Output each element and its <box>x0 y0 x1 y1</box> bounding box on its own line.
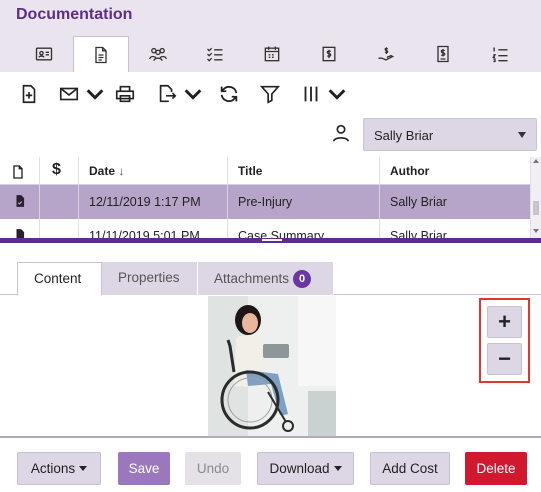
caret-down-icon <box>79 466 88 471</box>
app-title: Documentation <box>16 6 133 23</box>
user-icon <box>332 124 350 142</box>
dollar-icon: $ <box>52 161 61 178</box>
tab-properties[interactable]: Properties <box>102 262 198 295</box>
cell-title: Case Summary <box>228 219 380 239</box>
sort-descending-icon: ↓ <box>118 164 125 178</box>
cell-cost <box>40 185 79 219</box>
button-label: Download <box>269 461 330 476</box>
tab-label: Attachments <box>214 271 290 286</box>
nav-tab-people[interactable] <box>130 36 186 72</box>
cell-date: 11/11/2019 5:01 PM <box>79 219 228 239</box>
document-preview-image <box>208 296 336 436</box>
grid-header: $ Date ↓ Title Author <box>0 157 530 185</box>
cell-date: 12/11/2019 1:17 PM <box>79 185 228 219</box>
zoom-in-button[interactable]: + <box>487 306 522 338</box>
splitter-handle[interactable] <box>262 239 282 241</box>
cell-attachment <box>0 185 40 219</box>
toolbar <box>0 72 541 118</box>
document-icon <box>13 165 23 179</box>
caret-down-icon <box>333 466 342 471</box>
columns-icon <box>304 86 318 102</box>
header: Documentation <box>0 0 541 73</box>
cell-author: Sally Briar <box>390 229 447 239</box>
user-select[interactable]: Sally Briar <box>363 118 537 151</box>
hand-money-icon <box>378 47 395 61</box>
refresh-icon <box>220 85 238 103</box>
actions-button[interactable]: Actions <box>17 452 101 485</box>
download-button[interactable]: Download <box>257 452 354 485</box>
email-icon <box>59 87 79 101</box>
scroll-up-icon[interactable] <box>533 159 539 163</box>
tab-label: Content <box>34 271 82 286</box>
column-label: Author <box>390 164 430 178</box>
add-document-button[interactable] <box>18 82 40 106</box>
documents-grid: $ Date ↓ Title Author 12/11/2019 1:17 PM… <box>0 157 541 239</box>
attachment-count-badge: 0 <box>293 270 312 288</box>
column-label: Title <box>238 164 263 178</box>
nav-tab-list[interactable] <box>472 36 528 72</box>
refresh-button[interactable] <box>218 82 240 106</box>
chevron-down-icon <box>184 89 202 100</box>
document-icon <box>95 46 107 64</box>
nav-tab-billing[interactable] <box>301 36 357 72</box>
tab-attachments[interactable]: Attachments 0 <box>198 262 334 295</box>
columns-button[interactable] <box>300 82 348 106</box>
add-cost-button[interactable]: Add Cost <box>370 452 450 485</box>
contact-card-icon <box>35 47 53 61</box>
table-row[interactable]: 12/11/2019 1:17 PM Pre-Injury Sally Bria… <box>0 185 530 219</box>
nav-tab-payments[interactable] <box>358 36 414 72</box>
delete-button[interactable]: Delete <box>465 452 527 485</box>
column-header-date[interactable]: Date ↓ <box>79 157 228 185</box>
cell-cost <box>40 219 79 239</box>
export-button[interactable] <box>156 82 204 106</box>
add-document-icon <box>22 84 36 104</box>
numbered-list-icon <box>492 47 508 63</box>
user-select-value: Sally Briar <box>374 128 434 143</box>
scrollbar-thumb[interactable] <box>533 201 539 215</box>
nav-tab-documents[interactable] <box>73 36 129 73</box>
cell-title: Pre-Injury <box>228 185 380 219</box>
table-row[interactable]: 11/11/2019 5:01 PM Case Summary Sally Br… <box>0 219 530 239</box>
email-button[interactable] <box>58 82 106 106</box>
tab-label: Properties <box>118 270 180 285</box>
export-icon <box>159 84 177 103</box>
save-button[interactable]: Save <box>118 452 170 485</box>
column-header-attachment[interactable] <box>0 157 40 185</box>
zoom-out-button[interactable]: − <box>487 343 522 375</box>
undo-button[interactable]: Undo <box>185 452 241 485</box>
zoom-controls: + − <box>479 298 530 383</box>
filter-icon <box>259 85 281 104</box>
nav-tab-tasks[interactable] <box>187 36 243 72</box>
footer-toolbar: Actions Save Undo Download Add Cost Dele… <box>0 436 541 492</box>
scroll-down-icon[interactable] <box>533 229 539 233</box>
invoice-icon <box>437 45 449 63</box>
chevron-down-icon <box>86 89 104 100</box>
dollar-document-icon <box>322 46 336 62</box>
print-icon <box>115 85 135 103</box>
nav-tab-contacts[interactable] <box>16 36 72 72</box>
button-label: Actions <box>30 461 76 476</box>
checklist-icon <box>207 47 223 62</box>
grid-scrollbar[interactable] <box>530 157 541 239</box>
calendar-icon <box>264 46 280 62</box>
nav-tab-calendar[interactable] <box>244 36 300 72</box>
wheelchair-photo <box>208 296 336 436</box>
print-button[interactable] <box>114 82 136 106</box>
filter-button[interactable] <box>259 82 281 106</box>
tab-content[interactable]: Content <box>17 262 102 296</box>
nav-tab-invoices[interactable] <box>415 36 471 72</box>
column-header-title[interactable]: Title <box>228 157 380 185</box>
chevron-down-icon <box>328 89 346 100</box>
cell-author: Sally Briar <box>390 195 447 209</box>
caret-down-icon <box>518 132 526 138</box>
people-icon <box>149 47 167 61</box>
cell-attachment <box>0 219 40 239</box>
column-label: Date <box>89 164 116 178</box>
signed-document-icon <box>16 195 25 207</box>
column-header-author[interactable]: Author <box>380 157 530 185</box>
pane-splitter[interactable] <box>0 238 541 243</box>
column-header-cost[interactable]: $ <box>40 157 79 185</box>
detail-tabs: Content Properties Attachments 0 <box>0 262 541 296</box>
